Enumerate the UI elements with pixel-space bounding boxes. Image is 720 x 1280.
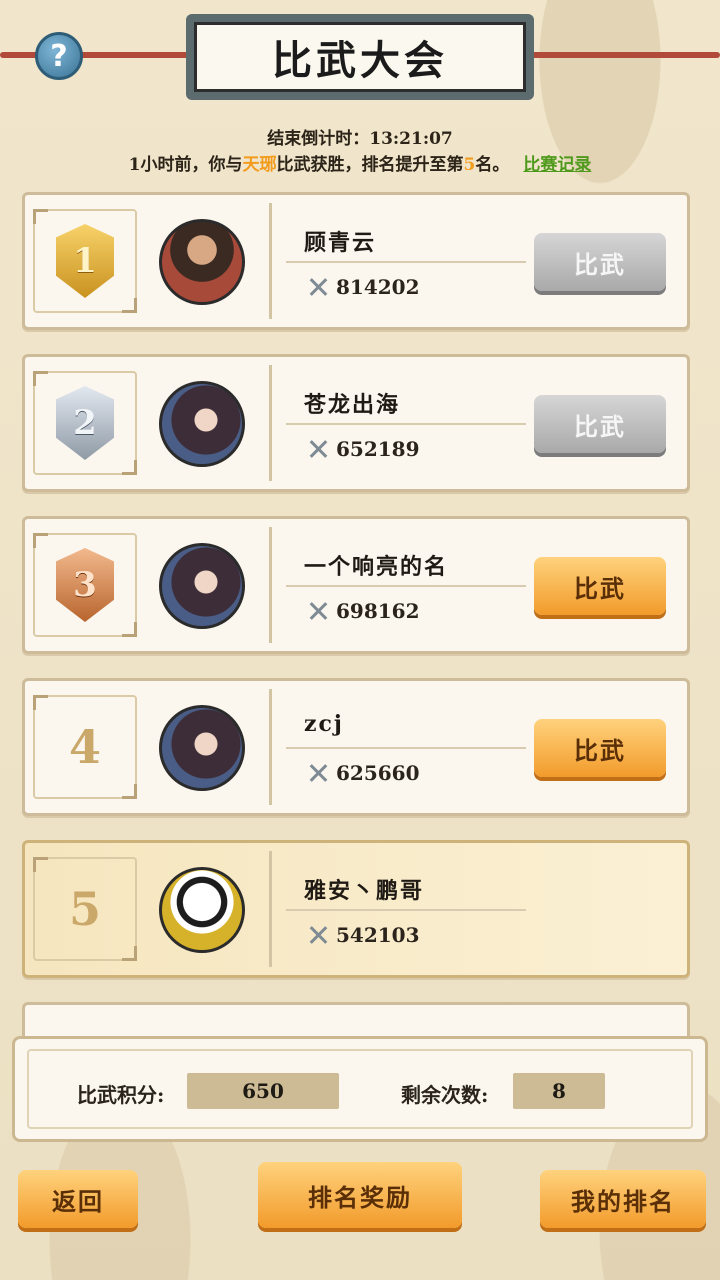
gold-medal-icon: 1: [56, 224, 114, 298]
divider: [286, 747, 526, 749]
divider: [286, 261, 526, 263]
remaining-label: 剩余次数:: [401, 1083, 489, 1107]
stats-panel: 比武积分: 650 剩余次数: 8: [12, 1036, 708, 1142]
notice-mid: 比武获胜，排名提升至第: [276, 155, 464, 175]
ranking-row-2: 2 苍龙出海 652189 比武: [22, 354, 690, 492]
decorative-rope-right: [520, 52, 720, 58]
avatar: [159, 219, 245, 305]
remaining-value: 8: [513, 1073, 605, 1109]
crossed-swords-icon: [306, 923, 330, 947]
player-name: zcj: [304, 711, 344, 737]
match-record-link[interactable]: 比赛记录: [523, 155, 591, 175]
notice-opponent: 天琊: [242, 155, 277, 175]
ranking-row-5-self: 5 雅安丶鹏哥 542103: [22, 840, 690, 978]
crossed-swords-icon: [306, 437, 330, 461]
title-plaque: 比武大会: [186, 14, 534, 100]
help-button[interactable]: ?: [35, 32, 83, 80]
countdown-value: 13:21:07: [369, 129, 453, 149]
countdown: 结束倒计时：13:21:07: [0, 124, 720, 149]
crossed-swords-icon: [306, 275, 330, 299]
divider: [286, 423, 526, 425]
combat-power: 698162: [306, 599, 420, 623]
battle-notice: 1小时前，你与天琊比武获胜，排名提升至第5名。 比赛记录: [0, 150, 720, 175]
decorative-rope-left: [0, 52, 200, 58]
crossed-swords-icon: [306, 599, 330, 623]
page-title: 比武大会: [194, 22, 526, 92]
power-value: 698162: [336, 599, 420, 623]
avatar: [159, 867, 245, 953]
rank-badge: 4: [33, 695, 137, 799]
power-value: 652189: [336, 437, 420, 461]
player-name: 苍龙出海: [304, 392, 401, 418]
score-label: 比武积分:: [77, 1083, 165, 1107]
divider: [286, 909, 526, 911]
player-info: 一个响亮的名 698162 比武: [269, 527, 669, 643]
silver-medal-icon: 2: [56, 386, 114, 460]
avatar: [159, 705, 245, 791]
combat-power: 814202: [306, 275, 420, 299]
notice-rank: 5: [463, 155, 476, 175]
player-info: 顾青云 814202 比武: [269, 203, 669, 319]
countdown-label: 结束倒计时：: [267, 129, 370, 149]
rank-badge: 1: [33, 209, 137, 313]
ranking-row-1: 1 顾青云 814202 比武: [22, 192, 690, 330]
rank-badge: 3: [33, 533, 137, 637]
power-value: 814202: [336, 275, 420, 299]
duel-button[interactable]: 比武: [534, 395, 666, 453]
player-name: 雅安丶鹏哥: [304, 878, 425, 904]
notice-prefix: 1小时前，你与: [128, 155, 243, 175]
combat-power: 542103: [306, 923, 420, 947]
combat-power: 652189: [306, 437, 420, 461]
divider: [286, 585, 526, 587]
bronze-medal-icon: 3: [56, 548, 114, 622]
ranking-row-3: 3 一个响亮的名 698162 比武: [22, 516, 690, 654]
crossed-swords-icon: [306, 761, 330, 785]
rank-number: 5: [68, 882, 101, 936]
player-info: 雅安丶鹏哥 542103: [269, 851, 669, 967]
duel-button[interactable]: 比武: [534, 557, 666, 615]
combat-power: 625660: [306, 761, 420, 785]
back-button[interactable]: 返回: [18, 1170, 138, 1228]
question-icon: ?: [50, 38, 68, 74]
my-rank-button[interactable]: 我的排名: [540, 1170, 706, 1228]
duel-button[interactable]: 比武: [534, 719, 666, 777]
score-value: 650: [187, 1073, 339, 1109]
rank-number: 4: [68, 720, 101, 774]
rank-badge: 5: [33, 857, 137, 961]
player-name: 一个响亮的名: [304, 554, 449, 580]
ranking-row-4: 4 zcj 625660 比武: [22, 678, 690, 816]
duel-button[interactable]: 比武: [534, 233, 666, 291]
power-value: 542103: [336, 923, 420, 947]
rank-reward-button[interactable]: 排名奖励: [258, 1162, 462, 1228]
player-info: zcj 625660 比武: [269, 689, 669, 805]
avatar: [159, 543, 245, 629]
power-value: 625660: [336, 761, 420, 785]
notice-suffix: 名。: [475, 155, 510, 175]
player-info: 苍龙出海 652189 比武: [269, 365, 669, 481]
player-name: 顾青云: [304, 230, 377, 256]
rank-badge: 2: [33, 371, 137, 475]
avatar: [159, 381, 245, 467]
